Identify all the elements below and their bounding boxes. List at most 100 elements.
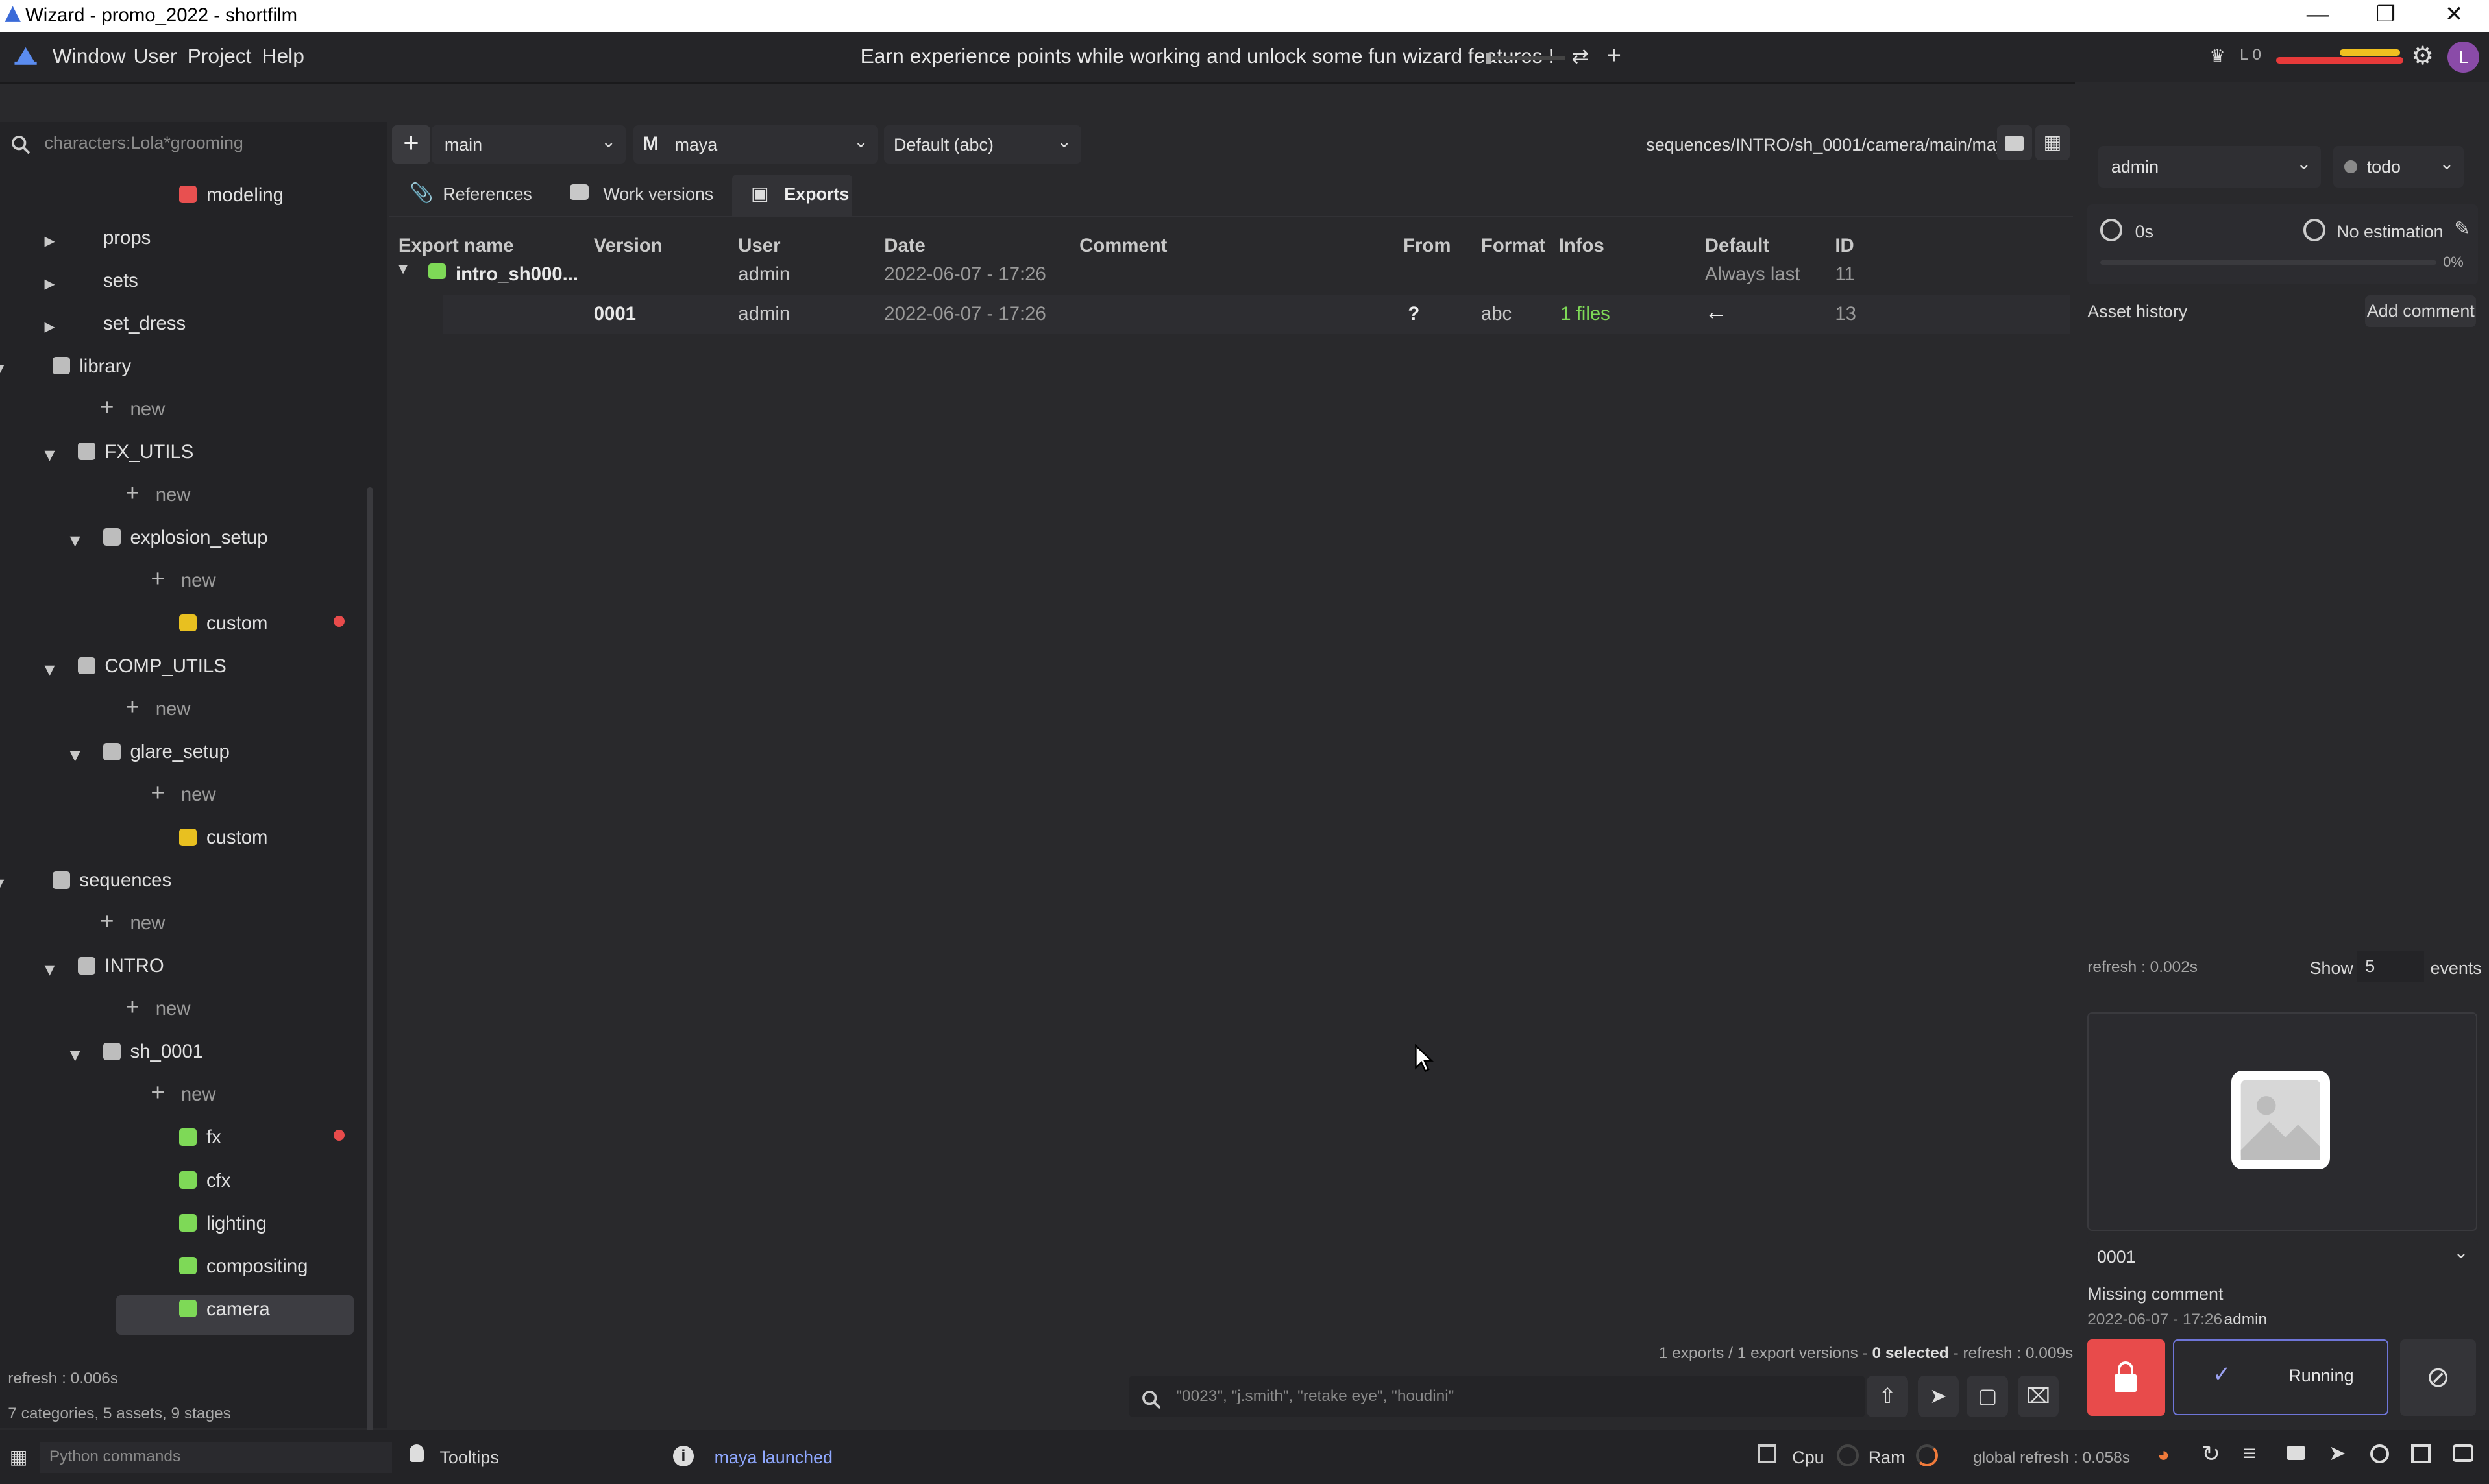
python-commands-input[interactable]: Python commands xyxy=(40,1442,393,1473)
software-select[interactable]: M maya ⌄ xyxy=(633,125,878,164)
variant-select[interactable]: main ⌄ xyxy=(432,125,626,164)
version-infos[interactable]: 1 files xyxy=(1560,303,1610,325)
export-group-row[interactable]: ▼ intro_sh000... admin 2022-06-07 - 17:2… xyxy=(389,256,2073,291)
col-comment[interactable]: Comment xyxy=(1079,235,1167,257)
chevron-down-icon[interactable]: ▾ xyxy=(44,443,55,467)
chevron-down-icon[interactable]: ▾ xyxy=(0,357,4,381)
menu-user[interactable]: User xyxy=(133,44,177,68)
thumbnail-frame[interactable] xyxy=(2087,1012,2477,1232)
col-id[interactable]: ID xyxy=(1835,235,1854,257)
col-user[interactable]: User xyxy=(738,235,780,257)
chevron-down-icon[interactable]: ▾ xyxy=(70,528,80,552)
tree-item[interactable]: + new xyxy=(0,908,365,953)
set-default-arrow-icon[interactable]: ← xyxy=(1705,300,1727,325)
rocket-icon[interactable]: ➤ xyxy=(1917,1376,1959,1418)
close-button[interactable]: ✕ xyxy=(2419,0,2489,32)
user-avatar[interactable]: L xyxy=(2447,41,2480,73)
lock-button[interactable] xyxy=(2087,1339,2166,1416)
assignee-select[interactable]: admin ⌄ xyxy=(2098,146,2321,188)
menu-project[interactable]: Project xyxy=(188,44,252,68)
tree-item[interactable]: + new xyxy=(0,394,365,438)
bulb-icon[interactable] xyxy=(410,1444,424,1462)
tree-item[interactable]: ▸ props xyxy=(0,225,365,267)
col-version[interactable]: Version xyxy=(594,235,663,257)
xp-slider[interactable] xyxy=(1486,52,1565,64)
minimize-button[interactable]: — xyxy=(2283,0,2353,32)
chevron-down-icon[interactable]: ▾ xyxy=(70,1043,80,1067)
chart-toggle-button[interactable]: ▦ xyxy=(2035,125,2070,160)
edit-estimation-icon[interactable]: ✎ xyxy=(2454,217,2470,240)
chevron-down-icon[interactable]: ▼ xyxy=(395,260,411,278)
add-comment-button[interactable]: Add comment xyxy=(2365,295,2477,327)
chevron-right-icon[interactable]: ▸ xyxy=(44,271,55,295)
chevron-down-icon[interactable]: ▾ xyxy=(44,657,55,681)
clear-selection-icon[interactable]: ⌧ xyxy=(2017,1376,2059,1418)
tree-item[interactable]: ▾ FX_UTILS xyxy=(0,439,365,481)
settings-gear-icon[interactable]: ⚙ xyxy=(2411,42,2434,71)
tree-item[interactable]: cfx xyxy=(0,1168,365,1210)
tree-item[interactable]: ▾ COMP_UTILS xyxy=(0,654,365,696)
tree-item[interactable]: compositing xyxy=(0,1254,365,1295)
chevron-right-icon[interactable]: ▸ xyxy=(44,314,55,338)
chevron-down-icon[interactable]: ▾ xyxy=(0,871,4,895)
tree-item[interactable]: camera xyxy=(0,1295,365,1338)
tree-item[interactable]: ▾ explosion_setup xyxy=(0,526,365,567)
tree-item[interactable]: ▸ sets xyxy=(0,268,365,310)
tree-item[interactable]: ▾ sh_0001 xyxy=(0,1040,365,1081)
tree-item[interactable]: + new xyxy=(0,480,365,524)
state-select[interactable]: todo ⌄ xyxy=(2333,146,2464,188)
tab-exports[interactable]: ▣ Exports xyxy=(731,175,853,216)
col-from[interactable]: From xyxy=(1403,235,1451,257)
tree-item[interactable]: custom xyxy=(0,825,365,867)
tab-work-versions[interactable]: Work versions xyxy=(567,175,726,216)
menu-help[interactable]: Help xyxy=(262,44,304,68)
events-count-input[interactable]: 5 xyxy=(2357,951,2424,982)
add-variant-button[interactable]: + xyxy=(392,125,430,164)
tree-item[interactable]: ▾ INTRO xyxy=(0,954,365,995)
tree-search[interactable]: characters:Lola*grooming xyxy=(0,122,387,166)
tree-item[interactable]: ▾ glare_setup xyxy=(0,740,365,781)
menu-window[interactable]: Window xyxy=(53,44,126,68)
tree-item[interactable]: + new xyxy=(0,1079,365,1124)
tree-item[interactable]: + new xyxy=(0,779,365,824)
frame-icon[interactable]: ▢ xyxy=(1967,1376,2008,1418)
chevron-down-icon[interactable]: ▾ xyxy=(70,743,80,767)
version-select[interactable]: 0001 ⌄ xyxy=(2087,1239,2478,1274)
export-search[interactable]: "0023", "j.smith", "retake eye", "houdin… xyxy=(1128,1376,1865,1418)
tree-item[interactable]: ▾ library xyxy=(0,354,365,395)
tree-item[interactable]: ▸ set_dress xyxy=(0,311,365,352)
rss-icon[interactable]: ◕ xyxy=(2157,1442,2170,1466)
tooltips-toggle[interactable]: Tooltips xyxy=(439,1448,498,1468)
col-default[interactable]: Default xyxy=(1705,235,1769,257)
restore-button[interactable]: ❐ xyxy=(2351,0,2421,32)
timer-icon[interactable] xyxy=(2370,1444,2389,1463)
refresh-icon[interactable]: ↻ xyxy=(2201,1441,2220,1467)
tree-item[interactable]: modeling xyxy=(0,182,365,224)
col-format[interactable]: Format xyxy=(1481,235,1545,257)
export-search-input[interactable]: "0023", "j.smith", "retake eye", "houdin… xyxy=(1176,1387,1454,1405)
export-version-row[interactable]: 0001 admin 2022-06-07 - 17:26 ? abc 1 fi… xyxy=(443,295,2070,334)
tree-item[interactable]: fx xyxy=(0,1125,365,1167)
tab-references[interactable]: 📎 References xyxy=(405,175,548,216)
tree-item[interactable]: + new xyxy=(0,694,365,738)
tree-scrollbar[interactable] xyxy=(366,487,373,1472)
tree-item[interactable]: + new xyxy=(0,565,365,610)
shuffle-icon[interactable]: ⇄ xyxy=(1571,44,1597,69)
cancel-button[interactable]: ⊘ xyxy=(2400,1339,2477,1416)
running-button[interactable]: ✓ Running xyxy=(2173,1339,2389,1415)
runner-icon[interactable]: ➤ xyxy=(2329,1441,2346,1465)
upload-icon[interactable]: ⇧ xyxy=(1867,1376,1908,1418)
tree-item[interactable]: ▾ sequences xyxy=(0,868,365,910)
chevron-down-icon[interactable]: ▾ xyxy=(44,957,55,981)
col-export-name[interactable]: Export name xyxy=(398,235,514,257)
tree-item[interactable]: + new xyxy=(0,993,365,1038)
sliders-icon[interactable]: ≡ xyxy=(2243,1441,2256,1466)
chevron-right-icon[interactable]: ▸ xyxy=(44,228,55,252)
open-folder-button[interactable] xyxy=(1996,125,2032,160)
tree-item[interactable]: custom xyxy=(0,611,365,653)
search-input[interactable]: characters:Lola*grooming xyxy=(44,133,243,153)
tree-item[interactable]: lighting xyxy=(0,1211,365,1252)
col-infos[interactable]: Infos xyxy=(1559,235,1604,257)
export-type-select[interactable]: Default (abc) ⌄ xyxy=(884,125,1081,164)
lock-icon[interactable] xyxy=(2287,1446,2305,1461)
